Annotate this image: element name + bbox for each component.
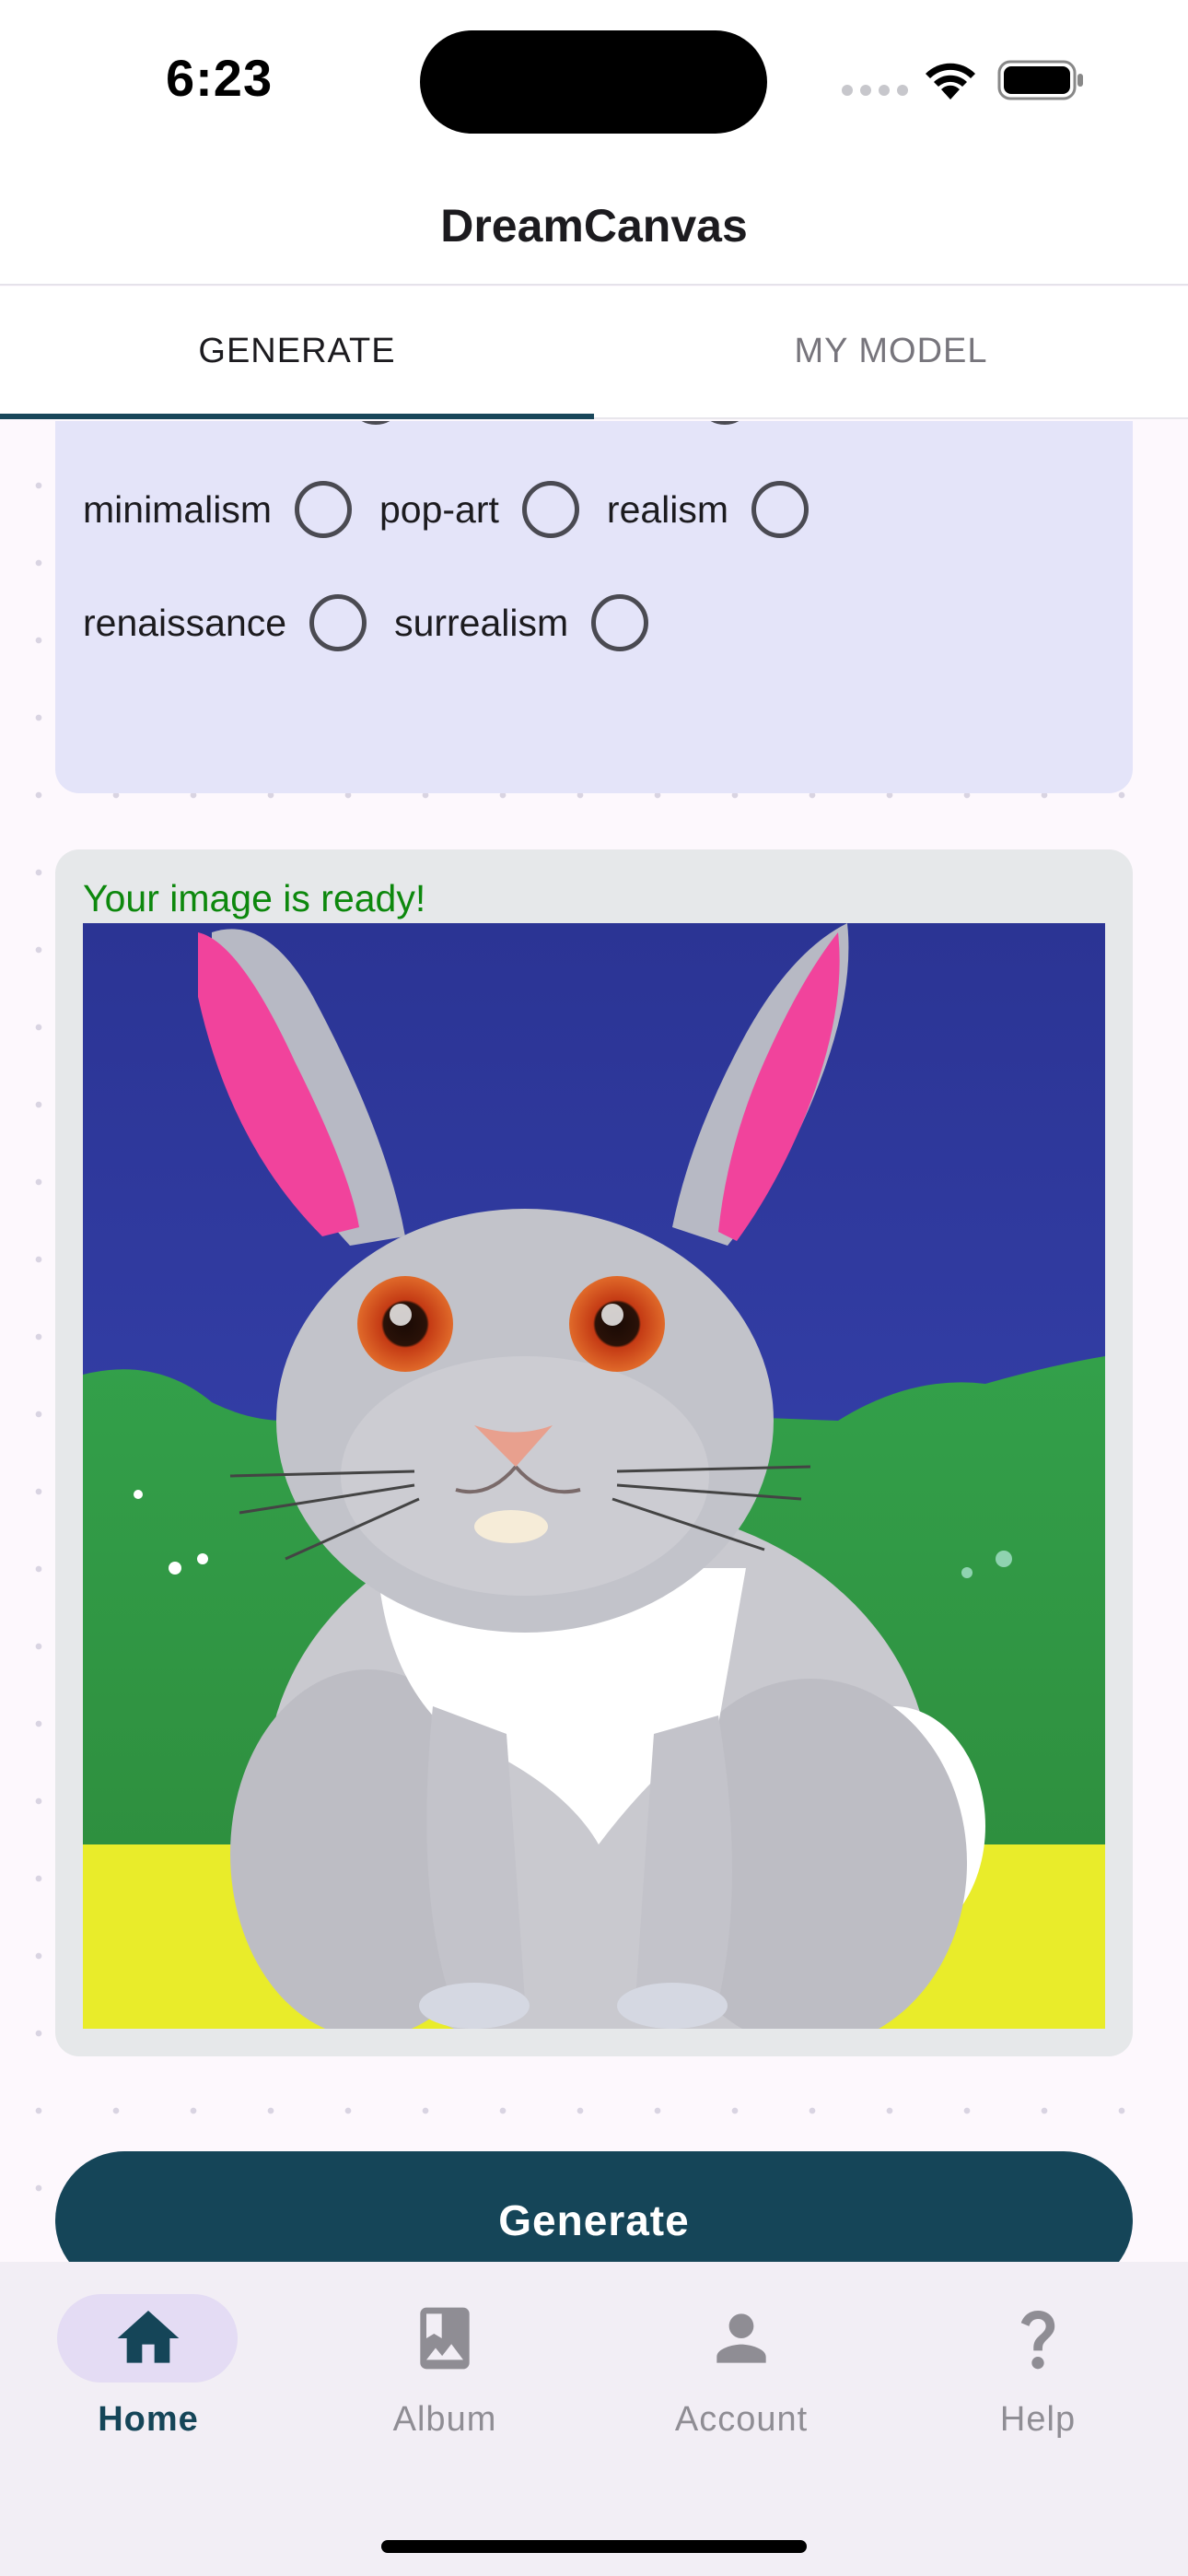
result-card: Your image is ready! [55, 849, 1133, 2056]
style-option-minimalism[interactable]: minimalism [83, 481, 352, 538]
radio-button[interactable] [347, 421, 405, 425]
style-option-surrealism[interactable]: surrealism [394, 594, 649, 651]
style-option-expressionism[interactable]: expressionism [83, 421, 405, 425]
style-label: pop-art [379, 487, 499, 531]
style-option-impressionism[interactable]: impressionism [432, 421, 754, 425]
style-option-realism[interactable]: realism [607, 481, 809, 538]
active-tab-indicator [0, 414, 594, 419]
nav-label: Account [674, 2400, 809, 2439]
album-icon [420, 2307, 470, 2370]
style-option-pop-art[interactable]: pop-art [379, 481, 579, 538]
radio-button[interactable] [309, 594, 367, 651]
style-label: surrealism [394, 601, 569, 644]
help-icon [1020, 2311, 1055, 2370]
app-bar: DreamCanvas [0, 166, 1188, 286]
status-time: 6:23 [166, 49, 274, 107]
cellular-signal-icon [842, 85, 908, 96]
generated-image[interactable] [83, 923, 1105, 2029]
home-icon [117, 2311, 180, 2363]
radio-button[interactable] [295, 481, 352, 538]
nav-item-home[interactable]: Home [0, 2294, 297, 2478]
wifi-icon [926, 63, 975, 100]
battery-icon [997, 60, 1083, 100]
home-indicator [381, 2540, 807, 2553]
status-bar: 6:23 [0, 0, 1188, 166]
art-style-selector: expressionism impressionism minimalism p… [55, 421, 1133, 793]
nav-label: Help [999, 2400, 1077, 2439]
tab-bar: GENERATE MY MODEL [0, 287, 1188, 419]
nav-label: Album [392, 2400, 497, 2439]
style-row: minimalism pop-art realism [83, 481, 836, 538]
style-row: renaissance surrealism [83, 594, 676, 651]
dynamic-island [420, 30, 767, 134]
radio-button[interactable] [696, 421, 754, 425]
app-title: DreamCanvas [440, 200, 748, 252]
nav-item-album[interactable]: Album [297, 2294, 593, 2478]
style-row: expressionism impressionism [83, 421, 781, 425]
style-label: minimalism [83, 487, 272, 531]
tab-generate[interactable]: GENERATE [0, 287, 594, 419]
main-content[interactable]: expressionism impressionism minimalism p… [0, 421, 1188, 2262]
radio-button[interactable] [591, 594, 649, 651]
tab-my-model[interactable]: MY MODEL [594, 287, 1188, 419]
bottom-navigation: Home Album Account Help [0, 2262, 1188, 2576]
radio-button[interactable] [751, 481, 809, 538]
style-label: realism [606, 487, 729, 531]
radio-button[interactable] [521, 481, 579, 538]
style-label: renaissance [83, 601, 287, 644]
generate-button[interactable]: Generate [55, 2151, 1133, 2262]
nav-label: Home [98, 2400, 199, 2439]
account-icon [716, 2313, 766, 2363]
status-message: Your image is ready! [83, 877, 426, 919]
nav-item-help[interactable]: Help [890, 2294, 1186, 2478]
nav-item-account[interactable]: Account [593, 2294, 890, 2478]
style-option-renaissance[interactable]: renaissance [83, 594, 367, 651]
